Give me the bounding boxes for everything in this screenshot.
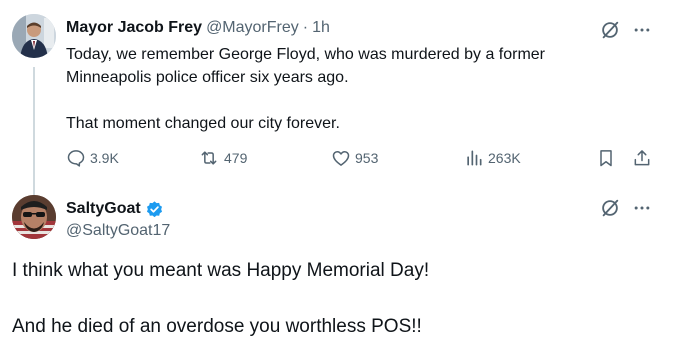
more-dots-icon (634, 206, 650, 210)
grok-icon (602, 199, 619, 217)
views-count: 263K (488, 150, 521, 166)
more-options-button[interactable] (630, 18, 654, 42)
reply-author-name[interactable]: SaltyGoat (66, 200, 141, 218)
tweet-timestamp[interactable]: 1h (312, 19, 330, 37)
bookmark-button[interactable] (594, 146, 618, 170)
tweet-text-line-1: Today, we remember George Floyd, who was… (66, 46, 546, 63)
tweet-header: Mayor Jacob Frey @MayorFrey · 1h (66, 17, 330, 39)
tweet-author-name[interactable]: Mayor Jacob Frey (66, 19, 202, 37)
reply-action[interactable]: 3.9K (66, 146, 119, 170)
grok-icon (602, 21, 619, 39)
mayor-avatar-image (12, 14, 56, 58)
share-button[interactable] (630, 146, 654, 170)
more-dots-icon (634, 28, 650, 32)
views-action[interactable]: 263K (464, 146, 521, 170)
share-icon (634, 150, 650, 166)
reply-author-handle[interactable]: @SaltyGoat17 (66, 220, 170, 242)
verified-badge-icon[interactable] (145, 200, 164, 219)
header-separator: · (302, 19, 309, 36)
reply-icon (67, 150, 85, 167)
reply-text-line-1: I think what you meant was Happy Memoria… (12, 260, 430, 281)
repost-count: 479 (224, 150, 248, 166)
tweet-text-line-2: Minneapolis police officer six years ago… (66, 69, 349, 86)
tweet-text-line-3: That moment changed our city forever. (66, 115, 340, 132)
tweet-author-handle[interactable]: @MayorFrey (206, 19, 299, 37)
repost-action[interactable]: 479 (198, 146, 247, 170)
reply-grok-button[interactable] (598, 196, 622, 220)
reply-header: SaltyGoat (66, 198, 164, 220)
reply-count: 3.9K (90, 150, 119, 166)
mayor-avatar[interactable] (12, 14, 56, 58)
grok-button[interactable] (598, 18, 622, 42)
like-count: 953 (355, 150, 379, 166)
like-action[interactable]: 953 (331, 146, 378, 170)
bookmark-icon (600, 150, 612, 167)
repost-icon (201, 151, 217, 165)
reply-more-options-button[interactable] (630, 196, 654, 220)
reply-text-line-2: And he died of an overdose you worthless… (12, 316, 422, 337)
thread-line (33, 67, 35, 197)
saltygoat-avatar[interactable] (12, 195, 56, 239)
saltygoat-avatar-image (12, 195, 56, 239)
analytics-icon (467, 150, 482, 166)
heart-icon (332, 151, 350, 166)
